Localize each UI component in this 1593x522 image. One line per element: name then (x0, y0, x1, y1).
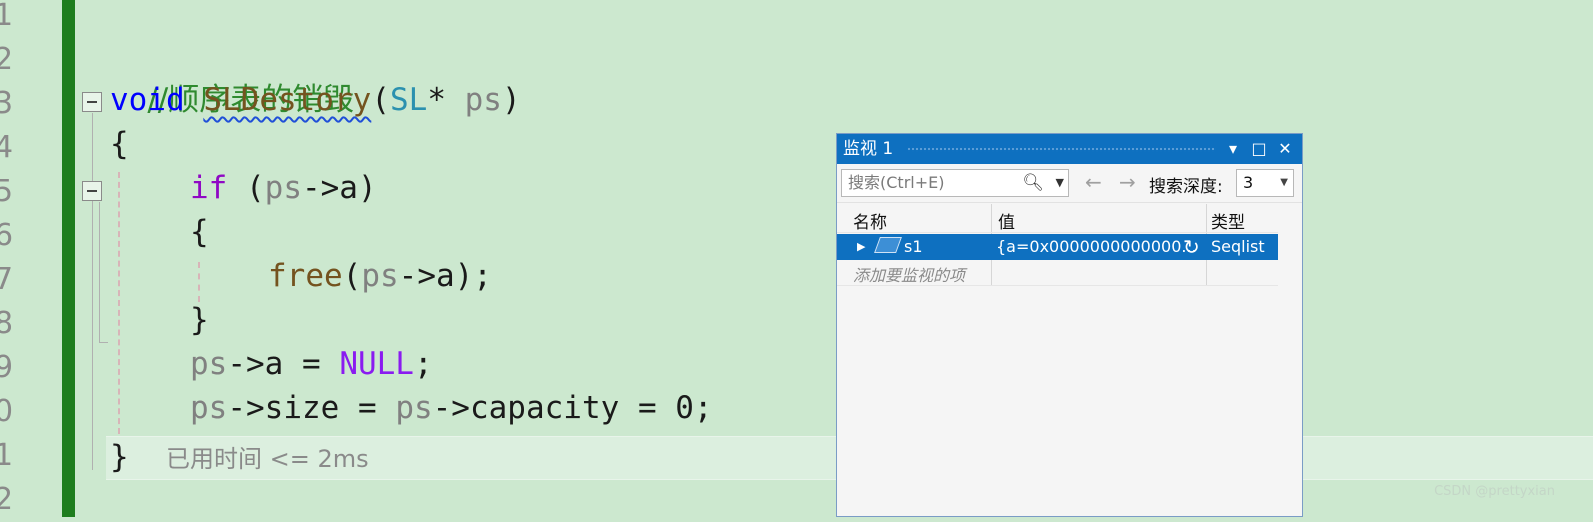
line-number: 2 (0, 42, 14, 77)
code-line-size[interactable]: ps->size = ps->capacity = 0; (190, 386, 713, 430)
code-line-brace-close[interactable]: } 已用时间 <= 2ms (110, 435, 369, 479)
collapse-function-icon[interactable] (82, 92, 102, 112)
drag-grip[interactable] (907, 147, 1216, 152)
close-icon[interactable]: ✕ (1274, 134, 1296, 164)
line-number: 7 (0, 262, 14, 297)
line-number: 8 (0, 306, 14, 341)
code-line-null[interactable]: ps->a = NULL; (190, 342, 433, 386)
search-depth-value: 3 (1243, 173, 1254, 192)
line-number: 5 (0, 174, 14, 209)
code-text: ->size = (227, 390, 396, 426)
search-depth-label: 搜索深度: (1149, 177, 1223, 197)
punctuation: ( (342, 258, 362, 294)
watch-row-value: {a=0x0000000000000... (996, 237, 1197, 256)
line-number: 6 (0, 218, 14, 253)
watch-toolbar: 搜索(Ctrl+E) 🔍︎ ▼ ← → 搜索深度: 3 ▼ (837, 164, 1302, 203)
forward-arrow-icon[interactable]: → (1119, 170, 1136, 194)
watch-title: 监视 1 (843, 139, 894, 159)
brace: } (190, 302, 209, 338)
code-line-comment[interactable]: //顺序表的销毁 (110, 34, 354, 118)
watch-row[interactable]: ▶ s1 {a=0x0000000000000... ↻ Seqlist (837, 234, 1278, 260)
row-divider (837, 285, 1278, 286)
refresh-icon[interactable]: ↻ (1183, 234, 1200, 260)
column-header-name[interactable]: 名称 (853, 208, 887, 233)
code-line-signature[interactable]: void SLDestory(SL* ps) (110, 78, 521, 122)
line-number: 3 (0, 86, 14, 121)
change-tracking-bar (62, 0, 75, 517)
add-watch-item[interactable]: 添加要监视的项 (853, 262, 965, 286)
type-name: SL (389, 82, 428, 118)
keyword: void (110, 82, 185, 118)
elapsed-time-hint: 已用时间 <= 2ms (166, 445, 369, 473)
code-text: ->a); (398, 258, 492, 294)
line-number: 1 (0, 438, 14, 473)
watch-title-bar[interactable]: 监视 1 ▾ □ ✕ (837, 134, 1302, 164)
maximize-icon[interactable]: □ (1248, 134, 1270, 164)
parameter: ps (464, 82, 502, 118)
chevron-down-icon: ▼ (1280, 177, 1288, 188)
variable-icon (874, 237, 902, 253)
watch-row-type: Seqlist (1211, 237, 1265, 256)
line-number: 2 (0, 482, 14, 517)
window-dropdown-icon[interactable]: ▾ (1222, 134, 1244, 164)
fold-guide-line (92, 113, 93, 470)
parameter: ps (190, 346, 228, 382)
row-divider (837, 232, 1278, 233)
brace: { (190, 214, 209, 250)
watch-grid-header: 名称 值 类型 (837, 204, 1278, 233)
watch-row-name: s1 (904, 237, 923, 256)
indent-guide (118, 172, 120, 434)
brace: } (110, 439, 129, 475)
function-name[interactable]: SLDestory (203, 82, 371, 118)
column-header-type[interactable]: 类型 (1211, 208, 1245, 233)
line-number: 0 (0, 394, 14, 429)
collapse-if-icon[interactable] (82, 181, 102, 201)
pointer-star: * (427, 82, 465, 118)
watch-window[interactable]: 监视 1 ▾ □ ✕ 搜索(Ctrl+E) 🔍︎ ▼ ← → 搜索深度: 3 ▼… (836, 133, 1303, 517)
chevron-down-icon[interactable]: ▼ (1056, 170, 1064, 196)
function-name: free (268, 258, 343, 294)
line-number-gutter: 1 2 3 4 5 6 7 8 9 0 1 2 (0, 0, 62, 517)
parameter: ps (190, 390, 228, 426)
keyword: if (190, 170, 228, 206)
parameter: ps (264, 170, 302, 206)
search-input[interactable]: 搜索(Ctrl+E) 🔍︎ ▼ (841, 169, 1069, 197)
code-text: ->a) (301, 170, 377, 206)
expand-arrow-icon[interactable]: ▶ (857, 234, 865, 260)
code-text: ->a = (227, 346, 340, 382)
line-number: 1 (0, 0, 14, 33)
parameter: ps (361, 258, 399, 294)
punctuation: ( (371, 82, 390, 118)
column-header-value[interactable]: 值 (998, 208, 1015, 233)
fold-guide-if (99, 202, 108, 343)
watermark: CSDN @prettyxian (1434, 484, 1555, 499)
punctuation: ) (501, 82, 521, 118)
back-arrow-icon[interactable]: ← (1085, 170, 1102, 194)
code-text: ->capacity = 0; (432, 390, 713, 426)
indent-guide (198, 262, 200, 302)
code-line-if[interactable]: if (ps->a) (190, 166, 377, 210)
macro: NULL (339, 346, 414, 382)
code-line-free[interactable]: free(ps->a); (268, 254, 492, 298)
code-line-inner-close[interactable]: } (190, 298, 209, 342)
parameter: ps (395, 390, 433, 426)
punctuation: ( (227, 170, 265, 206)
search-icon[interactable]: 🔍︎ (1022, 170, 1044, 196)
line-number: 4 (0, 130, 14, 165)
search-depth-select[interactable]: 3 ▼ (1236, 169, 1294, 197)
code-line-inner-open[interactable]: { (190, 210, 209, 254)
punctuation: ; (413, 346, 433, 382)
code-line-brace-open[interactable]: { (110, 122, 129, 166)
line-number: 9 (0, 350, 14, 385)
search-placeholder: 搜索(Ctrl+E) (848, 173, 945, 192)
brace: { (110, 126, 129, 162)
